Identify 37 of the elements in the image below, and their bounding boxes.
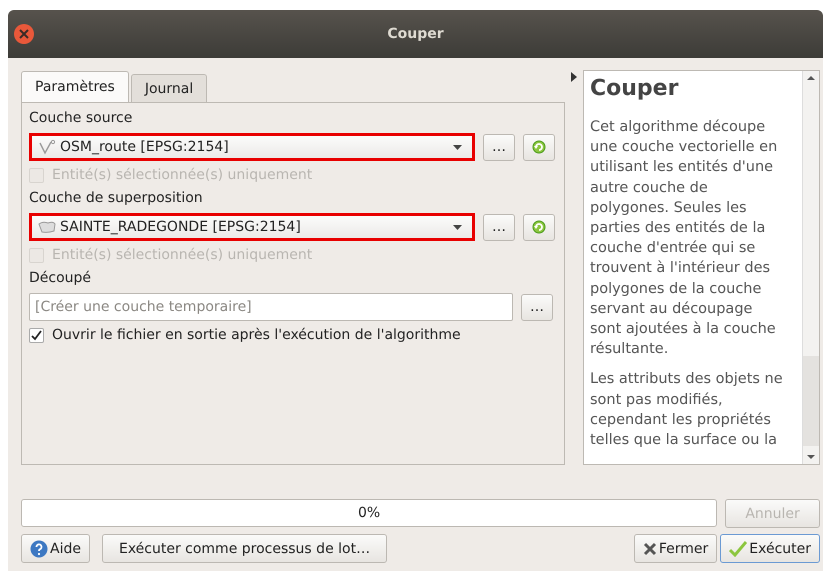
checkmark-icon [729, 540, 748, 556]
line-layer-icon [38, 139, 56, 155]
help-paragraph: Les attributs des objets ne sont pas modifiés, cependant les propriétés telles que la surface ou la [590, 370, 784, 450]
iterate-button[interactable] [523, 214, 555, 240]
help-button[interactable]: Aide [21, 534, 90, 563]
checkbox-label: Ouvrir le fichier en sortie après l'exécution de l'algorithme [52, 327, 461, 343]
browse-button[interactable]: … [521, 294, 553, 320]
tab[interactable]: Journal [130, 74, 208, 102]
batch-button[interactable]: Exécuter comme processus de lot… [102, 534, 388, 563]
layer-dropdown[interactable]: OSM_route [EPSG:2154] [29, 133, 475, 161]
refresh-icon [531, 219, 547, 235]
run-button[interactable]: Exécuter [720, 534, 820, 563]
help-icon [30, 540, 48, 558]
help-title: Couper [590, 75, 680, 103]
close-icon [19, 29, 29, 39]
checkbox[interactable] [29, 328, 44, 342]
field-label: Couche de superposition [29, 189, 204, 207]
browse-button[interactable]: … [483, 214, 515, 240]
close-button[interactable]: Fermer [634, 534, 718, 563]
help-paragraph: Cet algorithme découpe une couche vectorielle en utilisant les entités d'une autre couche de polygones. Seules les parties des entités de la couche d'entrée qui se trouvent à l'intérieur des polygones de la couche servant au découpage sont ajoutées à la couche résultante. [590, 118, 778, 360]
window-title: Couper [387, 26, 445, 42]
tab[interactable]: Paramètres [21, 71, 129, 102]
polygon-layer-icon [38, 220, 56, 234]
browse-button[interactable]: … [483, 134, 515, 160]
scrollbar[interactable] [802, 71, 819, 464]
collapse-arrow-icon[interactable] [571, 72, 577, 82]
close-icon [642, 542, 657, 556]
layer-dropdown[interactable]: SAINTE_RADEGONDE [EPSG:2154] [29, 213, 475, 241]
field-label: Couche source [29, 109, 134, 127]
iterate-button[interactable] [523, 134, 555, 160]
output-field[interactable]: [Créer une couche temporaire] [29, 293, 513, 321]
dropdown-arrow-icon [453, 144, 462, 150]
field-label: Découpé [29, 269, 92, 287]
close-button[interactable] [14, 24, 34, 44]
dropdown-arrow-icon [453, 224, 462, 230]
scrollbar-thumb[interactable] [803, 356, 819, 446]
refresh-icon [531, 139, 547, 155]
